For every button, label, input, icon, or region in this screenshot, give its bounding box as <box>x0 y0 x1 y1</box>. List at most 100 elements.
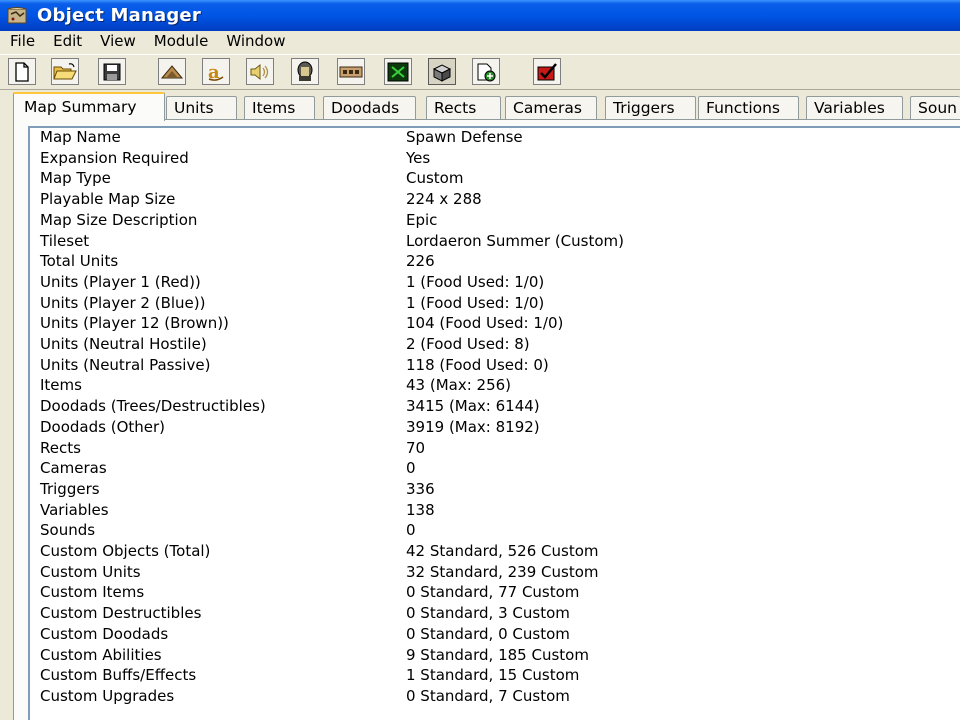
row-value: 336 <box>406 479 435 498</box>
summary-row[interactable]: Tileset Lordaeron Summer (Custom) <box>40 231 940 252</box>
tab-strip: Map Summary Units Items Doodads Rects Ca… <box>0 92 960 121</box>
menu-module[interactable]: Module <box>145 31 218 52</box>
row-label: Custom Doodads <box>40 624 169 643</box>
summary-row[interactable]: Custom Upgrades 0 Standard, 7 Custom <box>40 686 940 707</box>
summary-row[interactable]: Doodads (Other) 3919 (Max: 8192) <box>40 417 940 438</box>
row-label: Playable Map Size <box>40 190 176 209</box>
row-label: Triggers <box>40 479 100 498</box>
toolbar: a <box>0 54 960 90</box>
ai-editor-button[interactable] <box>384 58 412 85</box>
row-label: Custom Items <box>40 583 145 602</box>
object-manager-button[interactable] <box>428 58 456 85</box>
summary-row[interactable]: Custom Units 32 Standard, 239 Custom <box>40 562 940 583</box>
trigger-editor-button[interactable]: a <box>202 58 230 85</box>
summary-row[interactable]: Custom Buffs/Effects 1 Standard, 15 Custo… <box>40 665 940 686</box>
row-label: Units (Neutral Hostile) <box>40 335 207 353</box>
new-document-button[interactable] <box>8 58 36 85</box>
row-label: Units (Player 1 (Red)) <box>40 272 201 291</box>
tab-variables[interactable]: Variables <box>806 96 903 119</box>
summary-row[interactable]: Custom Abilities 9 Standard, 185 Custom <box>40 645 940 666</box>
sound-editor-button[interactable] <box>246 58 274 85</box>
summary-row[interactable]: Custom Destructibles 0 Standard, 3 Custom <box>40 603 940 624</box>
menu-file[interactable]: File <box>0 31 44 52</box>
world-editor-icon <box>6 6 30 26</box>
row-value: 2 (Food Used: 8) <box>406 335 530 353</box>
row-label: Custom Objects (Total) <box>40 542 211 560</box>
row-value: 43 (Max: 256) <box>406 376 512 395</box>
tab-items[interactable]: Items <box>244 96 315 119</box>
row-label: Custom Destructibles <box>40 604 202 623</box>
row-label: Items <box>40 376 82 395</box>
summary-row[interactable]: Expansion Required Yes <box>40 148 940 169</box>
summary-row[interactable]: Units (Player 1 (Red)) 1 (Food Used: 1/0) <box>40 272 940 293</box>
summary-row[interactable]: Custom Objects (Total) 42 Standard, 526 C… <box>40 541 940 562</box>
row-label: Map Name <box>40 128 121 146</box>
campaign-editor-icon <box>339 66 363 77</box>
row-label: Custom Abilities <box>40 645 162 664</box>
summary-row[interactable]: Units (Player 12 (Brown)) 104 (Food Used:… <box>40 313 940 334</box>
row-label: Map Type <box>40 169 111 188</box>
tab-rects[interactable]: Rects <box>426 96 501 119</box>
menu-window[interactable]: Window <box>217 31 294 52</box>
row-label: Tileset <box>40 231 90 250</box>
summary-row[interactable]: Items 43 (Max: 256) <box>40 375 940 396</box>
row-value: 0 Standard, 0 Custom <box>406 624 570 643</box>
summary-row[interactable]: Map Type Custom <box>40 168 940 189</box>
row-label: Variables <box>40 500 109 519</box>
tab-units[interactable]: Units <box>166 96 237 119</box>
row-label: Units (Player 2 (Blue)) <box>40 293 206 312</box>
row-value: 226 <box>406 252 435 271</box>
row-label: Total Units <box>40 252 119 271</box>
new-document-icon <box>15 61 29 82</box>
tab-map-summary[interactable]: Map Summary <box>13 92 165 121</box>
summary-row[interactable]: Variables 138 <box>40 500 940 521</box>
summary-row[interactable]: Units (Player 2 (Blue)) 1 (Food Used: 1/0… <box>40 293 940 314</box>
row-value: 118 (Food Used: 0) <box>406 355 549 374</box>
tab-triggers[interactable]: Triggers <box>605 96 696 119</box>
row-label: Rects <box>40 438 81 457</box>
row-label: Cameras <box>40 459 107 478</box>
object-editor-button[interactable] <box>291 58 319 85</box>
object-manager-icon <box>432 63 452 82</box>
summary-row[interactable]: Map Size Description Epic <box>40 210 940 231</box>
test-map-button[interactable] <box>533 58 561 85</box>
summary-row[interactable]: Total Units 226 <box>40 251 940 272</box>
row-value: Spawn Defense <box>406 128 523 146</box>
title-bar[interactable]: Object Manager <box>0 0 960 31</box>
summary-row[interactable]: Doodads (Trees/Destructibles) 3415 (Max: … <box>40 396 940 417</box>
summary-row[interactable]: Triggers 336 <box>40 479 940 500</box>
row-value: 1 (Food Used: 1/0) <box>406 293 545 312</box>
row-value: Lordaeron Summer (Custom) <box>406 231 624 250</box>
terrain-editor-button[interactable] <box>158 58 186 85</box>
row-label: Sounds <box>40 521 96 540</box>
row-value: Custom <box>406 169 464 188</box>
row-label: Units (Neutral Passive) <box>40 355 211 374</box>
summary-row[interactable]: Custom Doodads 0 Standard, 0 Custom <box>40 624 940 645</box>
row-label: Custom Units <box>40 562 141 581</box>
save-button[interactable] <box>98 58 126 85</box>
summary-row[interactable]: Rects 70 <box>40 438 940 459</box>
open-folder-icon <box>53 62 77 79</box>
tab-functions[interactable]: Functions <box>698 96 799 119</box>
tab-sounds[interactable]: Soun <box>910 96 960 119</box>
campaign-editor-button[interactable] <box>337 58 365 85</box>
summary-row[interactable]: Playable Map Size 224 x 288 <box>40 189 940 210</box>
tab-cameras[interactable]: Cameras <box>505 96 597 119</box>
summary-row[interactable]: Map Name Spawn Defense <box>40 127 940 148</box>
import-manager-button[interactable] <box>472 58 500 85</box>
row-value: Epic <box>406 210 438 229</box>
row-value: 138 <box>406 500 435 519</box>
summary-row[interactable]: Sounds 0 <box>40 520 940 541</box>
summary-row[interactable]: Custom Items 0 Standard, 77 Custom <box>40 582 940 603</box>
open-button[interactable] <box>51 58 79 85</box>
summary-row[interactable]: Cameras 0 <box>40 458 940 479</box>
summary-row[interactable]: Units (Neutral Hostile) 2 (Food Used: 8) <box>40 334 940 355</box>
row-value: 9 Standard, 185 Custom <box>406 645 589 664</box>
summary-row[interactable]: Units (Neutral Passive) 118 (Food Used: 0… <box>40 355 940 376</box>
row-label: Custom Upgrades <box>40 686 175 705</box>
row-label: Map Size Description <box>40 210 198 229</box>
menu-edit[interactable]: Edit <box>44 31 91 52</box>
tab-doodads[interactable]: Doodads <box>323 96 416 119</box>
row-value: 104 (Food Used: 1/0) <box>406 314 564 333</box>
menu-view[interactable]: View <box>91 31 145 52</box>
